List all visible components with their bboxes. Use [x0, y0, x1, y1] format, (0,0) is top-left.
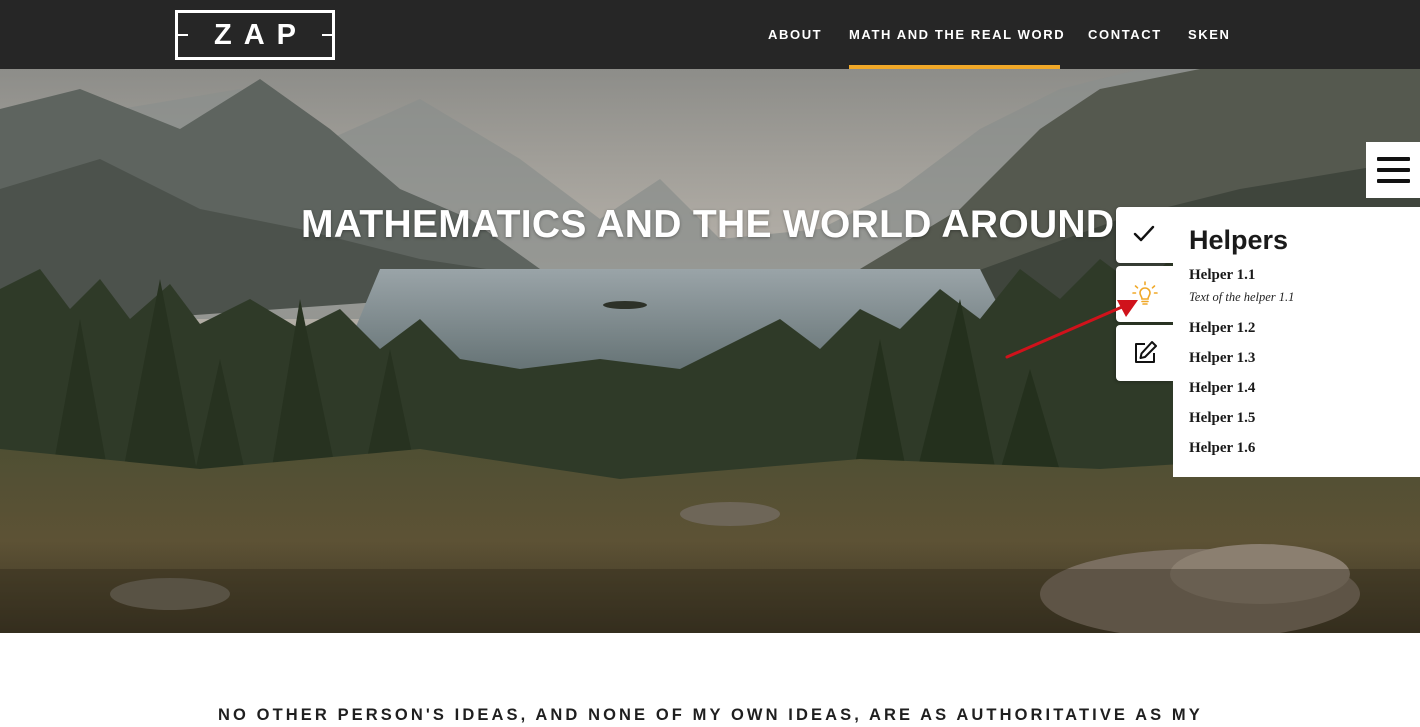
- hamburger-line: [1377, 157, 1410, 161]
- hamburger-line: [1377, 168, 1410, 172]
- hero-title: MATHEMATICS AND THE WORLD AROUND US: [301, 203, 1181, 246]
- annotation-arrow: [1005, 300, 1138, 359]
- nav-link-sken[interactable]: SKEN: [1188, 0, 1231, 69]
- logo-text: ZAP: [214, 19, 308, 51]
- helper-item-1-1[interactable]: Helper 1.1: [1189, 267, 1255, 284]
- helper-text-1-1: Text of the helper 1.1: [1189, 290, 1295, 304]
- check-tool-button[interactable]: [1116, 207, 1173, 263]
- check-icon: [1133, 225, 1155, 242]
- quote-text: NO OTHER PERSON'S IDEAS, AND NONE OF MY …: [218, 706, 1203, 724]
- helper-item-1-6[interactable]: Helper 1.6: [1189, 440, 1255, 457]
- helpers-panel: Helpers Helper 1.1 Text of the helper 1.…: [1173, 207, 1420, 477]
- helper-item-1-4[interactable]: Helper 1.4: [1189, 380, 1255, 397]
- helper-item-1-2[interactable]: Helper 1.2: [1189, 320, 1255, 337]
- nav-link-about[interactable]: ABOUT: [768, 0, 822, 69]
- hamburger-menu-button[interactable]: [1366, 142, 1420, 198]
- helper-item-1-3[interactable]: Helper 1.3: [1189, 350, 1255, 367]
- helpers-title: Helpers: [1189, 225, 1289, 255]
- helper-item-1-5[interactable]: Helper 1.5: [1189, 410, 1255, 427]
- logo-dash-right: [322, 34, 332, 36]
- hamburger-line: [1377, 179, 1410, 183]
- logo[interactable]: ZAP: [175, 10, 335, 60]
- navbar: ZAP ABOUT MATH AND THE REAL WORD CONTACT…: [0, 0, 1420, 69]
- nav-link-math-and-the-real-word[interactable]: MATH AND THE REAL WORD: [849, 0, 1064, 69]
- nav-link-contact[interactable]: CONTACT: [1088, 0, 1162, 69]
